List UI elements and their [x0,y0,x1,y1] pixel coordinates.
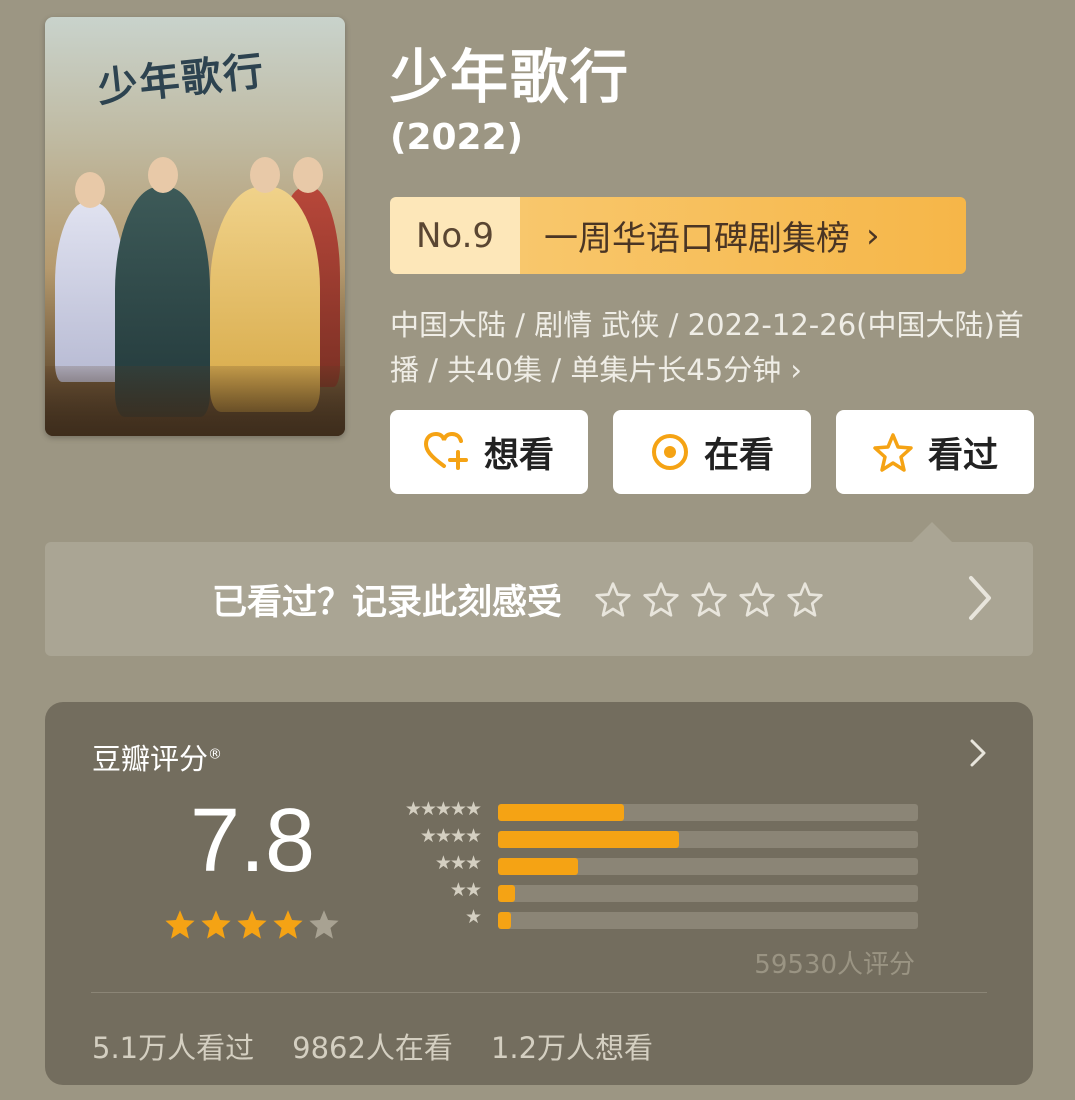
chevron-right-icon [969,576,991,620]
ranking-badge[interactable]: No.9 一周华语口碑剧集榜 › [390,197,966,274]
rating-stars [163,907,341,941]
rating-dist-track [498,885,918,902]
poster-calligraphy: 少年歌行 [95,47,268,112]
chevron-right-icon: › [866,215,880,256]
rating-dist-fill [498,804,624,821]
rating-dist-fill [498,885,515,902]
rating-dist-stars: ★★★★ [419,825,482,847]
rating-dist-track [498,804,918,821]
rating-dist-track [498,858,918,875]
douban-rating-card: 豆瓣评分® 7.8 ★★★★★ ★★★★ ★★★ ★★ ★ 59530人评分 5.1万人… [45,702,1033,1085]
chevron-right-icon[interactable] [969,738,987,768]
rating-count: 59530人评分 [754,950,915,980]
release-year: (2022) [390,117,524,158]
show-meta-info[interactable]: 中国大陆 / 剧情 武侠 / 2022-12-26(中国大陆)首播 / 共40集… [390,303,1030,393]
heart-plus-icon [423,432,468,470]
watching-button[interactable]: 在看 [613,410,811,494]
watching-count[interactable]: 9862人在看 [292,1025,453,1067]
rating-label-text: 豆瓣评分 [92,742,209,776]
rating-dist-stars: ★★★★★ [404,798,482,820]
rank-list-label: 一周华语口碑剧集榜 [544,219,850,259]
star-icon [873,433,913,472]
want-to-watch-label: 想看 [483,435,554,476]
target-icon [651,434,688,470]
watched-label: 看过 [927,435,998,476]
rating-label: 豆瓣评分® [92,736,222,778]
rating-score: 7.8 [190,791,316,891]
page-title: 少年歌行 [390,43,631,111]
empty-star-icon[interactable] [738,580,776,618]
rank-number: No.9 [390,197,520,274]
registered-mark: ® [208,746,223,763]
divider [91,992,987,993]
empty-star-icon [309,910,339,939]
rating-dist-track [498,831,918,848]
rating-dist-stars: ★★ [449,879,482,901]
filled-star-icon [273,910,303,939]
rank-list-name: 一周华语口碑剧集榜 › [520,197,966,274]
poster-ground [45,366,345,436]
rating-dist-fill [498,831,679,848]
filled-star-icon [165,910,195,939]
empty-star-icon[interactable] [594,580,632,618]
popover-caret [912,522,952,542]
record-review-text: 已看过？记录此刻感受 [212,582,563,623]
audience-stats: 5.1万人看过 9862人在看 1.2万人想看 [92,1025,653,1067]
poster-image[interactable]: 少年歌行 [45,17,345,436]
rate-stars[interactable] [594,580,824,618]
filled-star-icon [237,910,267,939]
filled-star-icon [201,910,231,939]
empty-star-icon[interactable] [786,580,824,618]
rating-dist-fill [498,912,511,929]
record-review-bar[interactable]: 已看过？记录此刻感受 [45,542,1033,656]
watched-count[interactable]: 5.1万人看过 [92,1025,254,1067]
want-to-watch-button[interactable]: 想看 [390,410,588,494]
want-count[interactable]: 1.2万人想看 [491,1025,653,1067]
rating-dist-stars: ★ [464,906,482,928]
empty-star-icon[interactable] [642,580,680,618]
empty-star-icon[interactable] [690,580,728,618]
rating-dist-stars: ★★★ [434,852,482,874]
watching-label: 在看 [703,435,774,476]
rating-dist-fill [498,858,578,875]
rating-dist-track [498,912,918,929]
watched-button[interactable]: 看过 [836,410,1034,494]
